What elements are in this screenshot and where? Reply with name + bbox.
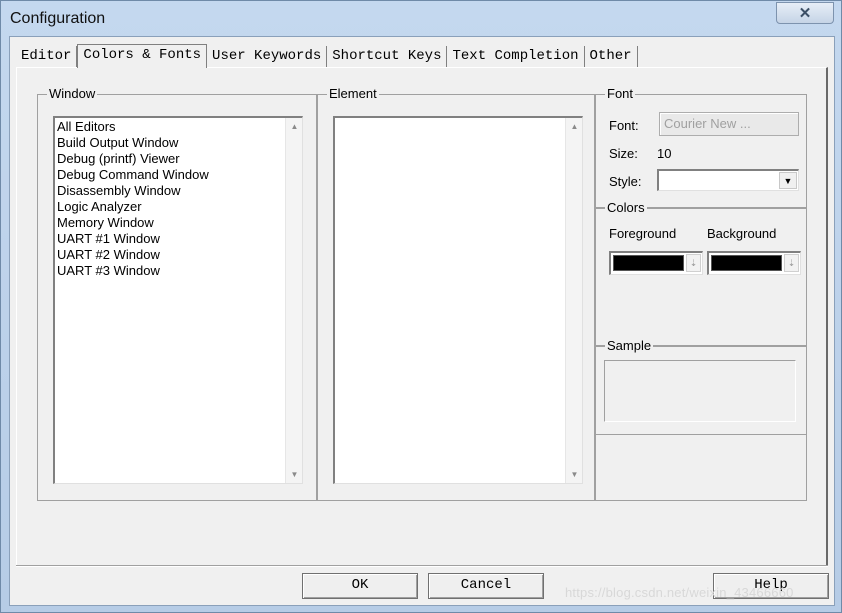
colors-group-label: Colors: [605, 200, 647, 215]
scroll-down-icon[interactable]: ▼: [286, 470, 303, 479]
list-item[interactable]: All Editors: [57, 119, 209, 135]
font-select-button[interactable]: Courier New ...: [659, 112, 799, 136]
tab-shortcut-keys[interactable]: Shortcut Keys: [327, 46, 448, 67]
background-swatch: [711, 255, 782, 271]
list-item[interactable]: Logic Analyzer: [57, 199, 209, 215]
list-item[interactable]: UART #1 Window: [57, 231, 209, 247]
style-dropdown[interactable]: ▼: [657, 169, 799, 191]
ok-button[interactable]: OK: [302, 573, 418, 599]
dialog-client-area: Editor Colors & Fonts User Keywords Shor…: [9, 36, 835, 606]
foreground-color-picker[interactable]: ⇣: [609, 251, 703, 275]
window-title: Configuration: [10, 10, 106, 27]
list-item[interactable]: Build Output Window: [57, 135, 209, 151]
background-label: Background: [707, 226, 777, 241]
window-list: All Editors Build Output Window Debug (p…: [57, 119, 209, 279]
foreground-swatch: [613, 255, 684, 271]
close-icon: ✕: [798, 5, 812, 22]
list-item[interactable]: Memory Window: [57, 215, 209, 231]
tab-text-completion[interactable]: Text Completion: [447, 46, 585, 67]
scroll-up-icon[interactable]: ▲: [286, 122, 303, 131]
chevron-down-icon[interactable]: ⇣: [686, 254, 701, 272]
font-label: Font:: [609, 118, 639, 133]
close-button[interactable]: ✕: [776, 2, 834, 24]
bottom-right-group: [595, 435, 807, 501]
list-item[interactable]: Disassembly Window: [57, 183, 209, 199]
element-group-label: Element: [327, 86, 379, 101]
window-list-scrollbar[interactable]: ▲ ▼: [285, 118, 302, 483]
background-color-picker[interactable]: ⇣: [707, 251, 801, 275]
size-value: 10: [657, 146, 672, 161]
chevron-down-icon[interactable]: ⇣: [784, 254, 799, 272]
size-label: Size:: [609, 146, 638, 161]
colors-fonts-panel: Window All Editors Build Output Window D…: [16, 67, 828, 567]
watermark-text: https://blog.csdn.net/weixin_43466660: [565, 585, 794, 600]
button-separator: [16, 565, 828, 567]
scroll-up-icon[interactable]: ▲: [566, 122, 583, 131]
tab-user-keywords[interactable]: User Keywords: [207, 46, 328, 67]
chevron-down-icon[interactable]: ▼: [779, 172, 797, 189]
foreground-label: Foreground: [609, 226, 677, 241]
list-item[interactable]: UART #3 Window: [57, 263, 209, 279]
tab-strip: Editor Colors & Fonts User Keywords Shor…: [16, 44, 638, 68]
cancel-button[interactable]: Cancel: [428, 573, 544, 599]
tab-colors-fonts[interactable]: Colors & Fonts: [77, 44, 208, 68]
tab-other[interactable]: Other: [585, 46, 638, 67]
sample-preview: [604, 360, 796, 422]
element-listbox[interactable]: ▲ ▼: [333, 116, 583, 484]
list-item[interactable]: UART #2 Window: [57, 247, 209, 263]
tab-editor[interactable]: Editor: [16, 46, 78, 67]
element-list-scrollbar[interactable]: ▲ ▼: [565, 118, 582, 483]
scroll-down-icon[interactable]: ▼: [566, 470, 583, 479]
style-label: Style:: [609, 174, 642, 189]
list-item[interactable]: Debug Command Window: [57, 167, 209, 183]
window-group-label: Window: [47, 86, 98, 101]
list-item[interactable]: Debug (printf) Viewer: [57, 151, 209, 167]
sample-group-label: Sample: [605, 338, 654, 353]
configuration-dialog: Configuration ✕ Editor Colors & Fonts Us…: [0, 0, 842, 613]
window-listbox[interactable]: All Editors Build Output Window Debug (p…: [53, 116, 303, 484]
font-group-label: Font: [605, 86, 636, 101]
